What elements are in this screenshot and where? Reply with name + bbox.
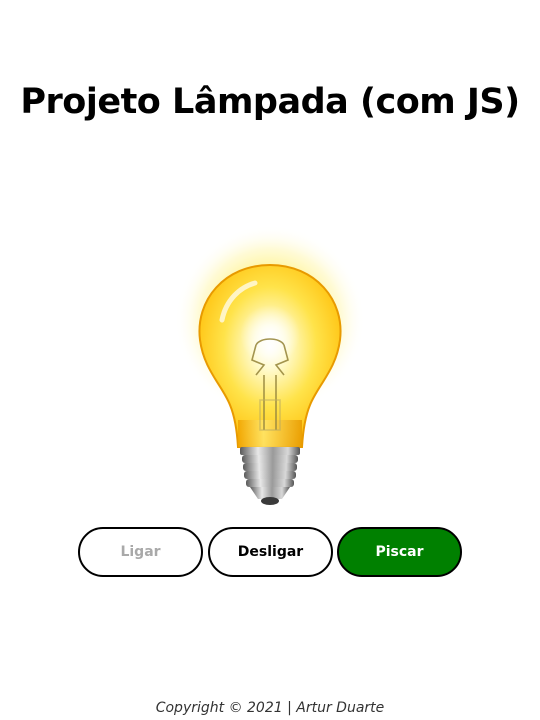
footer-copyright: Copyright © 2021 | Artur Duarte: [155, 700, 385, 716]
piscar-button[interactable]: Piscar: [337, 527, 462, 577]
lamp-controls: Ligar Desligar Piscar: [0, 527, 540, 577]
lightbulb-on-icon: [175, 225, 365, 505]
page-title: Projeto Lâmpada (com JS): [20, 82, 520, 122]
ligar-button[interactable]: Ligar: [78, 527, 203, 577]
desligar-button[interactable]: Desligar: [208, 527, 333, 577]
lamp-image: [160, 225, 380, 510]
